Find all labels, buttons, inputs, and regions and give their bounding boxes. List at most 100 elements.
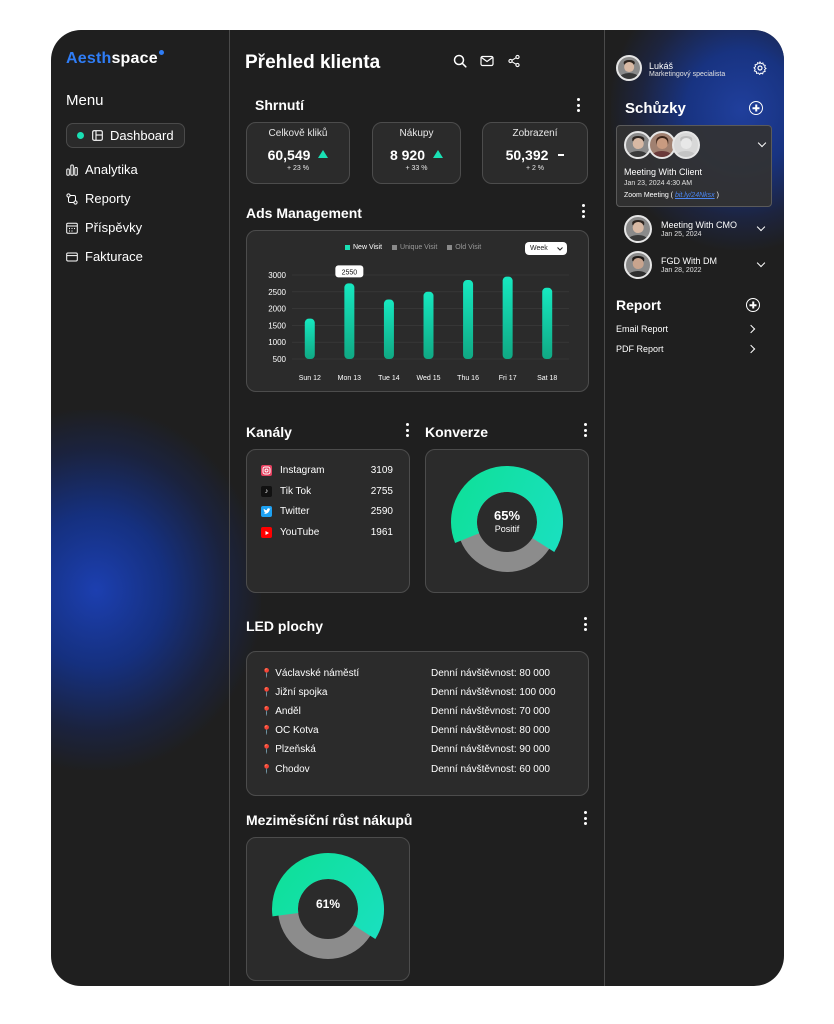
meeting-date: Jan 23, 2024 4:30 AM (624, 180, 693, 187)
trend-flat-icon (558, 154, 565, 156)
led-row: 📍 Jižní spojka Denní návštěvnost: 100 000 (261, 687, 556, 698)
growth-title: Meziměsíční růst nákupů (246, 812, 413, 828)
twitter-icon (261, 506, 272, 517)
chevron-right-icon[interactable] (746, 344, 756, 354)
chevron-right-icon[interactable] (746, 324, 756, 334)
pin-icon: 📍 (261, 687, 273, 697)
bar[interactable] (502, 276, 513, 359)
led-menu-icon[interactable] (583, 617, 587, 631)
card-icon (66, 251, 78, 263)
channel-row[interactable]: Twitter 2590 (261, 506, 393, 517)
bar[interactable] (304, 318, 315, 359)
pin-icon: 📍 (261, 706, 273, 716)
app-frame: Aesthspace Menu Dashboard Analytika Repo… (51, 30, 784, 986)
conversion-percent: 65% (493, 508, 521, 523)
y-tick-label: 1000 (268, 338, 286, 347)
channel-row[interactable]: ♪ Tik Tok 2755 (261, 486, 393, 497)
layout-icon (91, 130, 103, 142)
add-report-button[interactable] (746, 298, 760, 312)
x-tick-label: Wed 15 (417, 375, 441, 382)
bar[interactable] (423, 291, 434, 359)
svg-text:2550: 2550 (342, 269, 358, 276)
led-title: LED plochy (246, 618, 324, 634)
growth-menu-icon[interactable] (583, 811, 587, 825)
led-row: 📍 Anděl Denní návštěvnost: 70 000 (261, 706, 550, 717)
logo-dot (158, 50, 164, 55)
y-tick-label: 2000 (268, 305, 286, 314)
search-icon[interactable] (453, 54, 467, 73)
trend-up-icon (433, 150, 444, 158)
ads-menu-icon[interactable] (581, 204, 585, 218)
sidebar-item-label: Příspěvky (85, 220, 143, 235)
report-item-email[interactable]: Email Report (616, 324, 668, 334)
bar[interactable] (542, 287, 553, 359)
meeting-link[interactable]: bit.ly/24Nksx (675, 192, 715, 199)
sidebar-item-label: Fakturace (85, 249, 143, 264)
y-tick-label: 3000 (268, 271, 286, 280)
summary-title: Shrnutí (255, 97, 304, 113)
x-tick-label: Thu 16 (457, 375, 479, 382)
participant-avatar (624, 251, 652, 279)
x-tick-label: Tue 14 (378, 375, 400, 382)
sidebar-item-reporty[interactable]: Reporty (66, 191, 131, 206)
sidebar-item-analytika[interactable]: Analytika (66, 162, 138, 177)
participant-avatar (624, 215, 652, 243)
channel-row[interactable]: Instagram 3109 (261, 465, 393, 476)
report-title: Report (616, 297, 662, 313)
user-avatar[interactable] (616, 55, 642, 81)
growth-percent: 61% (315, 897, 341, 911)
sidebar-item-label: Reporty (85, 191, 131, 206)
stat-card-purchases: Nákupy 8 920 + 33 % (372, 122, 461, 184)
meeting-title: Meeting With Client (624, 167, 703, 177)
meeting-zoom-info: Zoom Meeting ( bit.ly/24Nksx ) (624, 192, 719, 199)
conversion-menu-icon[interactable] (583, 423, 587, 437)
led-row: 📍 Plzeňská Denní návštěvnost: 90 000 (261, 744, 550, 755)
stat-card-clicks: Celkově kliků 60,549 + 23 % (246, 122, 350, 184)
sidebar-item-dashboard[interactable]: Dashboard (66, 123, 185, 148)
meeting-date: Jan 28, 2022 (661, 267, 702, 274)
chevron-down-icon[interactable] (757, 138, 767, 148)
channel-row[interactable]: YouTube 1961 (261, 527, 393, 538)
gear-icon[interactable] (753, 60, 767, 80)
menu-title: Menu (66, 92, 104, 109)
conversion-label: Positif (494, 524, 520, 534)
calendar-icon (66, 222, 78, 234)
y-tick-label: 2500 (268, 288, 286, 297)
chart-tooltip: 2550 (335, 265, 364, 278)
pin-icon: 📍 (261, 668, 273, 678)
participant-avatar (672, 131, 700, 159)
sidebar-item-fakturace[interactable]: Fakturace (66, 249, 143, 264)
x-tick-label: Sat 18 (537, 375, 557, 382)
pin-icon: 📍 (261, 725, 273, 735)
instagram-icon (261, 465, 272, 476)
header-actions (453, 54, 521, 73)
x-tick-label: Sun 12 (299, 375, 321, 382)
pin-icon: 📍 (261, 744, 273, 754)
summary-menu-icon[interactable] (576, 98, 580, 112)
right-column-divider (604, 30, 605, 986)
channels-title: Kanály (246, 424, 292, 440)
bar[interactable] (344, 283, 355, 359)
ads-title: Ads Management (246, 205, 362, 221)
sidebar-item-label: Dashboard (110, 128, 174, 143)
share-icon[interactable] (507, 54, 521, 73)
sidebar-item-prispevky[interactable]: Příspěvky (66, 220, 142, 235)
sidebar-divider (229, 30, 230, 986)
meeting-date: Jan 25, 2024 (661, 231, 702, 238)
meeting-title: FGD With DM (661, 256, 717, 266)
channels-menu-icon[interactable] (405, 423, 409, 437)
meeting-card-featured[interactable]: Meeting With Client Jan 23, 2024 4:30 AM… (616, 125, 772, 207)
add-meeting-button[interactable] (749, 101, 763, 115)
channels-card: Instagram 3109 ♪ Tik Tok 2755 Twitter 25… (246, 449, 410, 593)
growth-card: 61% (246, 837, 410, 981)
report-item-pdf[interactable]: PDF Report (616, 344, 664, 354)
mail-icon[interactable] (480, 54, 494, 73)
bar[interactable] (383, 299, 394, 359)
stat-card-views: Zobrazení 50,392 + 2 % (482, 122, 588, 184)
bar-chart: 3000 2500 2000 1500 1000 500 Sun 12 Mon 13 Tue 1… (268, 265, 569, 382)
chevron-down-icon[interactable] (756, 258, 766, 268)
brand-logo[interactable]: Aesthspace (66, 50, 164, 68)
x-tick-label: Mon 13 (338, 375, 361, 382)
bar[interactable] (463, 280, 474, 359)
stat-value: 50,392 (483, 147, 587, 163)
